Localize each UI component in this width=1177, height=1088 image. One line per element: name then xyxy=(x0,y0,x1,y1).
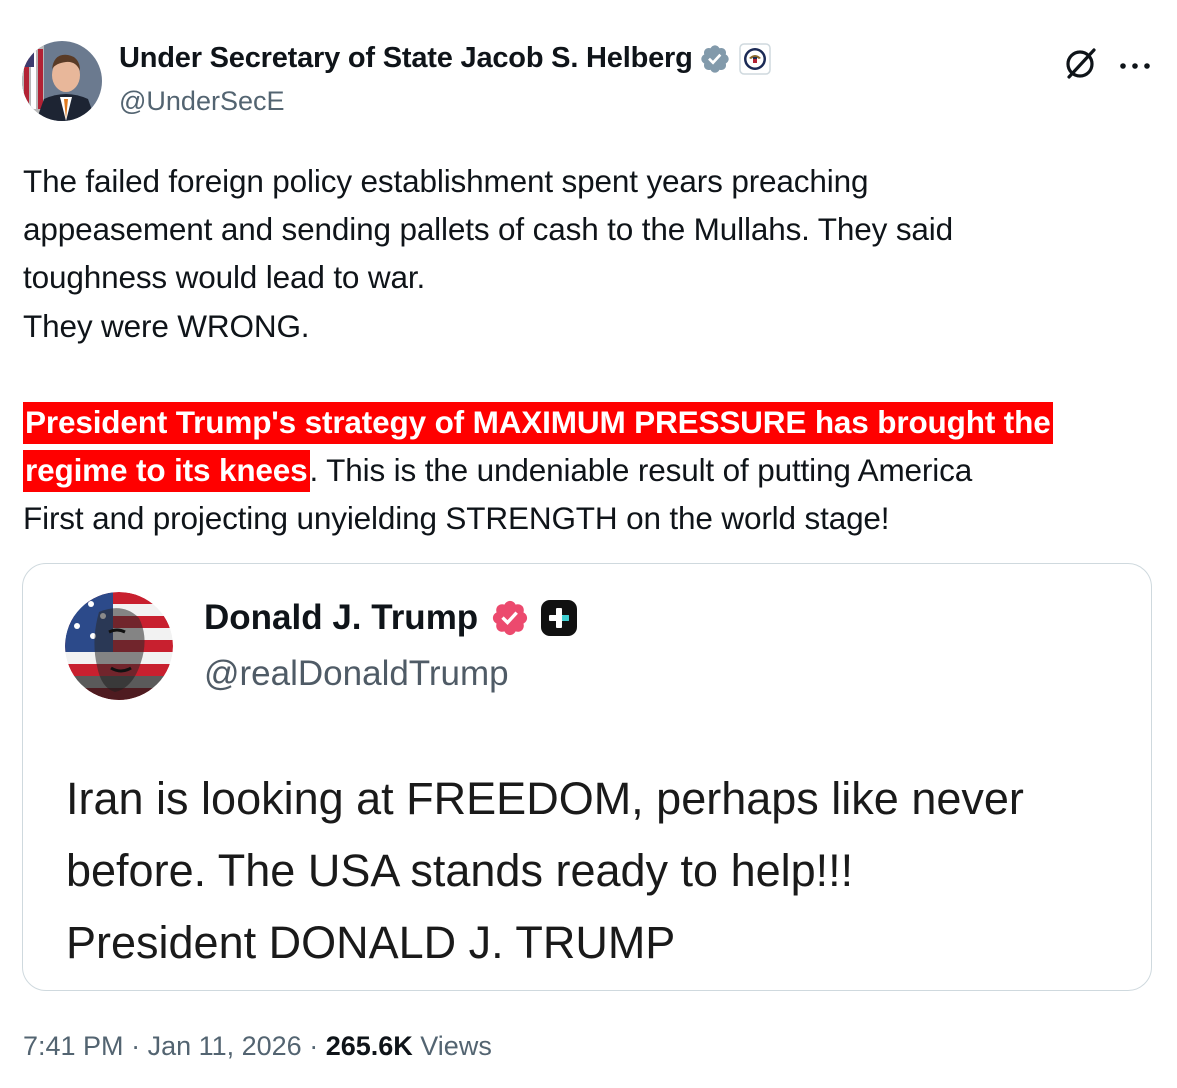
verified-badge-icon[interactable] xyxy=(699,43,731,75)
author-display-name-row[interactable]: Under Secretary of State Jacob S. Helber… xyxy=(119,42,771,75)
quoted-author-avatar[interactable] xyxy=(65,592,173,700)
tweet-line: President Trump's strategy of MAXIMUM PR… xyxy=(23,398,1163,446)
quoted-author-name-row[interactable]: Donald J. Trump xyxy=(204,598,578,638)
truth-social-icon xyxy=(540,599,578,637)
tweet-line: toughness would lead to war. xyxy=(23,259,426,296)
meta-separator: · xyxy=(123,1031,148,1061)
author-handle[interactable]: @UnderSecE xyxy=(119,86,284,117)
author-display-name[interactable]: Under Secretary of State Jacob S. Helber… xyxy=(119,42,693,75)
post-date[interactable]: Jan 11, 2026 xyxy=(148,1031,302,1061)
paragraph-break xyxy=(23,350,1163,398)
post-meta: 7:41 PM · Jan 11, 2026 · 265.6K Views xyxy=(23,1031,492,1062)
quoted-author-display-name[interactable]: Donald J. Trump xyxy=(204,598,478,638)
tweet-line: regime to its knees. This is the undenia… xyxy=(23,446,1163,494)
meta-separator: · xyxy=(301,1031,326,1061)
post-time[interactable]: 7:41 PM xyxy=(23,1031,124,1061)
quoted-post-text: Iran is looking at FREEDOM, perhaps like… xyxy=(66,763,1126,979)
quoted-text-line: before. The USA stands ready to help!!! xyxy=(66,845,854,896)
highlighted-text: President Trump's strategy of MAXIMUM PR… xyxy=(23,402,1053,444)
tweet-text-segment: . This is the undeniable result of putti… xyxy=(309,452,973,489)
quoted-author-handle[interactable]: @realDonaldTrump xyxy=(204,654,509,694)
tweet-line: appeasement and sending pallets of cash … xyxy=(23,211,954,248)
verified-badge-icon xyxy=(490,598,530,638)
tweet-line: The failed foreign policy establishment … xyxy=(23,163,869,199)
quoted-post-card[interactable]: Donald J. Trump @realDonaldTrump Iran is… xyxy=(22,563,1152,991)
views-label: Views xyxy=(412,1031,492,1061)
tweet-text: The failed foreign policy establishment … xyxy=(23,157,1163,543)
tweet-line: First and projecting unyielding STRENGTH… xyxy=(23,500,890,537)
highlighted-text: regime to its knees xyxy=(23,450,310,493)
quoted-text-line: President DONALD J. TRUMP xyxy=(66,917,676,968)
quoted-text-line: Iran is looking at FREEDOM, perhaps like… xyxy=(66,773,1024,824)
grok-icon[interactable] xyxy=(1063,45,1099,81)
more-icon[interactable] xyxy=(1118,58,1152,69)
views-count: 265.6K xyxy=(325,1031,413,1061)
tweet-line: They were WRONG. xyxy=(23,307,310,344)
author-avatar[interactable] xyxy=(22,41,102,121)
state-department-seal-icon xyxy=(738,42,771,75)
